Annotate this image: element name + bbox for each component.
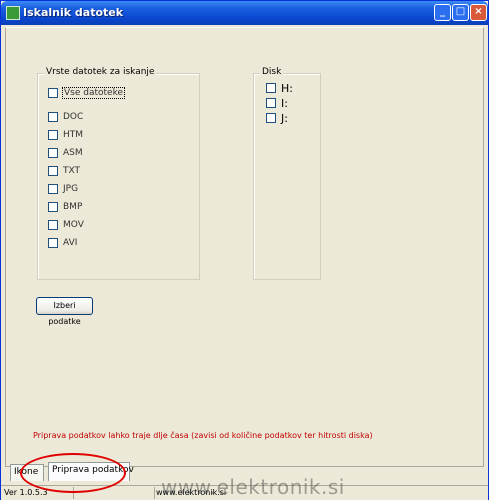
txt-label: TXT (63, 166, 81, 176)
txt-checkbox[interactable] (48, 166, 58, 176)
asm-label: ASM (63, 148, 83, 158)
watermark: www.elektronik.si (161, 475, 345, 499)
app-window: Iskalnik datotek _ □ × Vrste datotek za … (0, 0, 489, 500)
all-files-label: Vse datoteke (61, 87, 126, 99)
checkbox-row-disk-h[interactable]: H: (266, 81, 293, 95)
disk-group: Disk H: I: J: (253, 67, 321, 280)
disk-h-label: H: (281, 81, 293, 95)
checkbox-row-asm[interactable]: ASM (48, 147, 83, 159)
checkbox-row-disk-j[interactable]: J: (266, 111, 288, 125)
jpg-label: JPG (63, 184, 79, 194)
asm-checkbox[interactable] (48, 148, 58, 158)
disk-j-label: J: (281, 111, 288, 125)
checkbox-row-avi[interactable]: AVI (48, 237, 77, 249)
disk-i-checkbox[interactable] (266, 98, 276, 108)
all-files-checkbox[interactable] (48, 88, 58, 98)
checkbox-row-all-files[interactable]: Vse datoteke (48, 87, 126, 99)
disk-j-checkbox[interactable] (266, 113, 276, 123)
checkbox-row-doc[interactable]: DOC (48, 111, 83, 123)
file-types-group: Vrste datotek za iskanje Vse datoteke DO… (37, 67, 200, 280)
disk-legend: Disk (260, 67, 284, 77)
checkbox-row-txt[interactable]: TXT (48, 165, 80, 177)
checkbox-row-bmp[interactable]: BMP (48, 201, 82, 213)
select-data-button[interactable]: Izberi podatke (36, 297, 93, 326)
disk-i-label: I: (281, 96, 288, 110)
doc-label: DOC (63, 112, 84, 122)
minimize-button[interactable]: _ (434, 4, 451, 21)
app-icon (6, 6, 20, 20)
warning-message: Priprava podatkov lahko traje dlje časa … (33, 431, 373, 440)
file-types-legend: Vrste datotek za iskanje (44, 67, 157, 77)
checkbox-row-disk-i[interactable]: I: (266, 96, 288, 110)
htm-checkbox[interactable] (48, 130, 58, 140)
status-separator (154, 487, 155, 499)
jpg-checkbox[interactable] (48, 184, 58, 194)
disk-h-checkbox[interactable] (266, 83, 276, 93)
avi-label: AVI (63, 238, 78, 248)
title-bar[interactable]: Iskalnik datotek _ □ × (1, 1, 488, 25)
close-button[interactable]: × (470, 4, 487, 21)
checkbox-row-htm[interactable]: HTM (48, 129, 83, 141)
mov-checkbox[interactable] (48, 220, 58, 230)
doc-checkbox[interactable] (48, 112, 58, 122)
red-annotation-circle (20, 453, 126, 493)
bmp-checkbox[interactable] (48, 202, 58, 212)
checkbox-row-jpg[interactable]: JPG (48, 183, 78, 195)
avi-checkbox[interactable] (48, 238, 58, 248)
htm-label: HTM (63, 130, 84, 140)
checkbox-row-mov[interactable]: MOV (48, 219, 84, 231)
bmp-label: BMP (63, 202, 83, 212)
window-title: Iskalnik datotek (23, 6, 124, 19)
mov-label: MOV (63, 220, 84, 230)
maximize-button[interactable]: □ (452, 4, 469, 21)
